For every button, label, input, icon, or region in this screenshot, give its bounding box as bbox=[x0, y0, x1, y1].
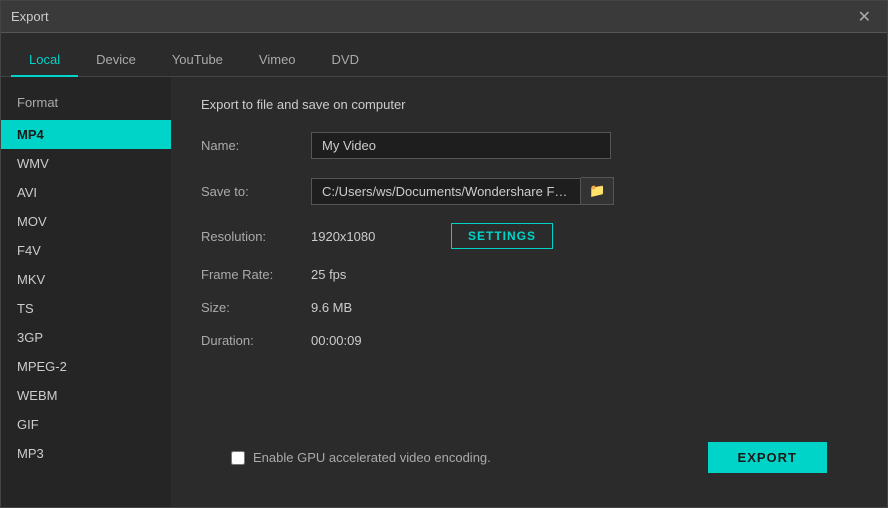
resolution-value: 1920x1080 bbox=[311, 229, 431, 244]
content-area: Format MP4 WMV AVI MOV F4V MKV TS 3GP MP… bbox=[1, 77, 887, 507]
save-to-row: Save to: 📁 bbox=[201, 177, 857, 205]
title-bar: Export ✕ bbox=[1, 1, 887, 33]
sidebar-item-mpeg2[interactable]: MPEG-2 bbox=[1, 352, 171, 381]
size-value: 9.6 MB bbox=[311, 300, 352, 315]
settings-button[interactable]: SETTINGS bbox=[451, 223, 553, 249]
tab-vimeo[interactable]: Vimeo bbox=[241, 44, 314, 77]
gpu-check-label[interactable]: Enable GPU accelerated video encoding. bbox=[231, 450, 491, 465]
duration-row: Duration: 00:00:09 bbox=[201, 333, 857, 348]
size-row: Size: 9.6 MB bbox=[201, 300, 857, 315]
resolution-row: Resolution: 1920x1080 SETTINGS bbox=[201, 223, 857, 249]
name-label: Name: bbox=[201, 138, 311, 153]
export-window: Export ✕ Local Device YouTube Vimeo DVD … bbox=[0, 0, 888, 508]
sidebar-item-avi[interactable]: AVI bbox=[1, 178, 171, 207]
sidebar-item-mkv[interactable]: MKV bbox=[1, 265, 171, 294]
sidebar-item-mp3[interactable]: MP3 bbox=[1, 439, 171, 468]
main-title: Export to file and save on computer bbox=[201, 97, 857, 112]
bottom-bar: Enable GPU accelerated video encoding. E… bbox=[201, 432, 857, 487]
duration-label: Duration: bbox=[201, 333, 311, 348]
main-panel: Export to file and save on computer Name… bbox=[171, 77, 887, 507]
sidebar-item-3gp[interactable]: 3GP bbox=[1, 323, 171, 352]
browse-folder-button[interactable]: 📁 bbox=[581, 177, 614, 205]
framerate-row: Frame Rate: 25 fps bbox=[201, 267, 857, 282]
sidebar-item-wmv[interactable]: WMV bbox=[1, 149, 171, 178]
save-to-label: Save to: bbox=[201, 184, 311, 199]
gpu-label: Enable GPU accelerated video encoding. bbox=[253, 450, 491, 465]
tab-device[interactable]: Device bbox=[78, 44, 154, 77]
name-input[interactable] bbox=[311, 132, 611, 159]
size-label: Size: bbox=[201, 300, 311, 315]
sidebar-item-ts[interactable]: TS bbox=[1, 294, 171, 323]
tab-dvd[interactable]: DVD bbox=[314, 44, 377, 77]
name-row: Name: bbox=[201, 132, 857, 159]
sidebar-header: Format bbox=[1, 87, 171, 120]
sidebar-item-f4v[interactable]: F4V bbox=[1, 236, 171, 265]
resolution-label: Resolution: bbox=[201, 229, 311, 244]
tab-bar: Local Device YouTube Vimeo DVD bbox=[1, 33, 887, 77]
close-button[interactable]: ✕ bbox=[852, 5, 877, 29]
save-to-wrapper: 📁 bbox=[311, 177, 614, 205]
format-sidebar: Format MP4 WMV AVI MOV F4V MKV TS 3GP MP… bbox=[1, 77, 171, 507]
framerate-label: Frame Rate: bbox=[201, 267, 311, 282]
save-to-input[interactable] bbox=[311, 178, 581, 205]
sidebar-item-webm[interactable]: WEBM bbox=[1, 381, 171, 410]
window-title: Export bbox=[11, 9, 49, 24]
tab-youtube[interactable]: YouTube bbox=[154, 44, 241, 77]
sidebar-item-mp4[interactable]: MP4 bbox=[1, 120, 171, 149]
sidebar-item-gif[interactable]: GIF bbox=[1, 410, 171, 439]
export-button[interactable]: EXPORT bbox=[708, 442, 827, 473]
sidebar-item-mov[interactable]: MOV bbox=[1, 207, 171, 236]
framerate-value: 25 fps bbox=[311, 267, 346, 282]
duration-value: 00:00:09 bbox=[311, 333, 362, 348]
gpu-checkbox[interactable] bbox=[231, 451, 245, 465]
tab-local[interactable]: Local bbox=[11, 44, 78, 77]
